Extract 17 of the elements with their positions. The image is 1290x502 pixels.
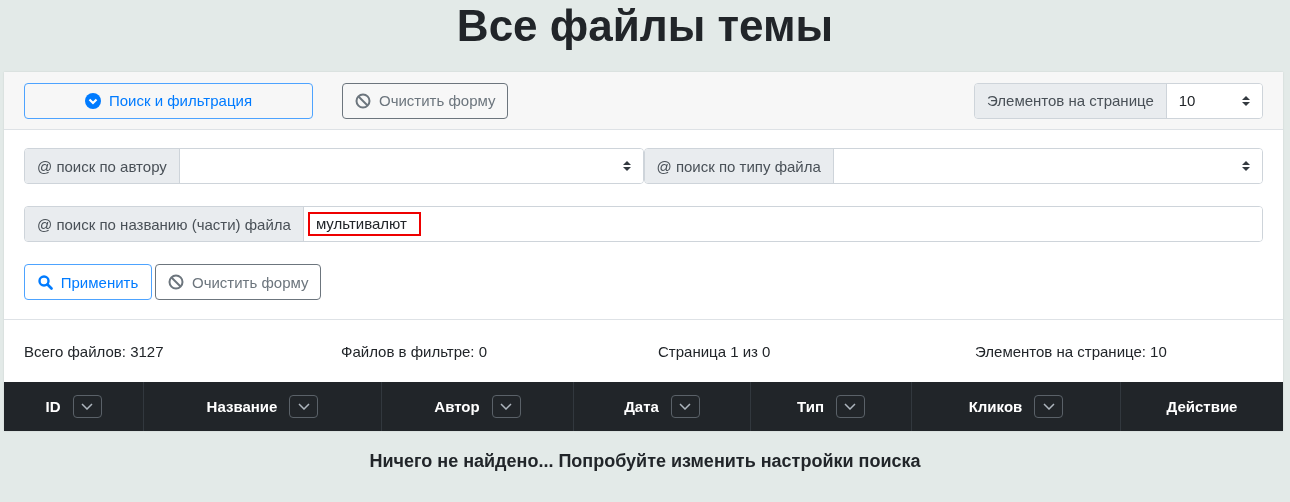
column-header: Дата (624, 398, 659, 415)
empty-result-message: Ничего не найдено... Попробуйте изменить настройки поиска (369, 451, 921, 472)
stat-text: Файлов в фильтре: 0 (341, 342, 488, 360)
stat-text: Страница 1 из 0 (658, 342, 772, 360)
apply-button[interactable]: Применить (24, 264, 152, 300)
column-header: Кликов (968, 398, 1023, 415)
column-header: ID (45, 398, 61, 415)
column-header: Автор (434, 398, 480, 415)
column-header: Тип (797, 398, 824, 415)
search-filter-toggle-button[interactable]: Поиск и фильтрация (24, 82, 313, 119)
column-header: Название (206, 398, 278, 415)
stat-text: Всего файлов: 3127 (24, 342, 165, 360)
clear-form-button[interactable]: Очистить форму (342, 82, 509, 119)
stat-text: Элементов на странице: 10 (975, 342, 1168, 360)
page-title: Все файлы темы (456, 0, 834, 52)
column-header: Действие (1166, 398, 1238, 415)
clear-form-button[interactable]: Очистить форму (155, 264, 322, 300)
